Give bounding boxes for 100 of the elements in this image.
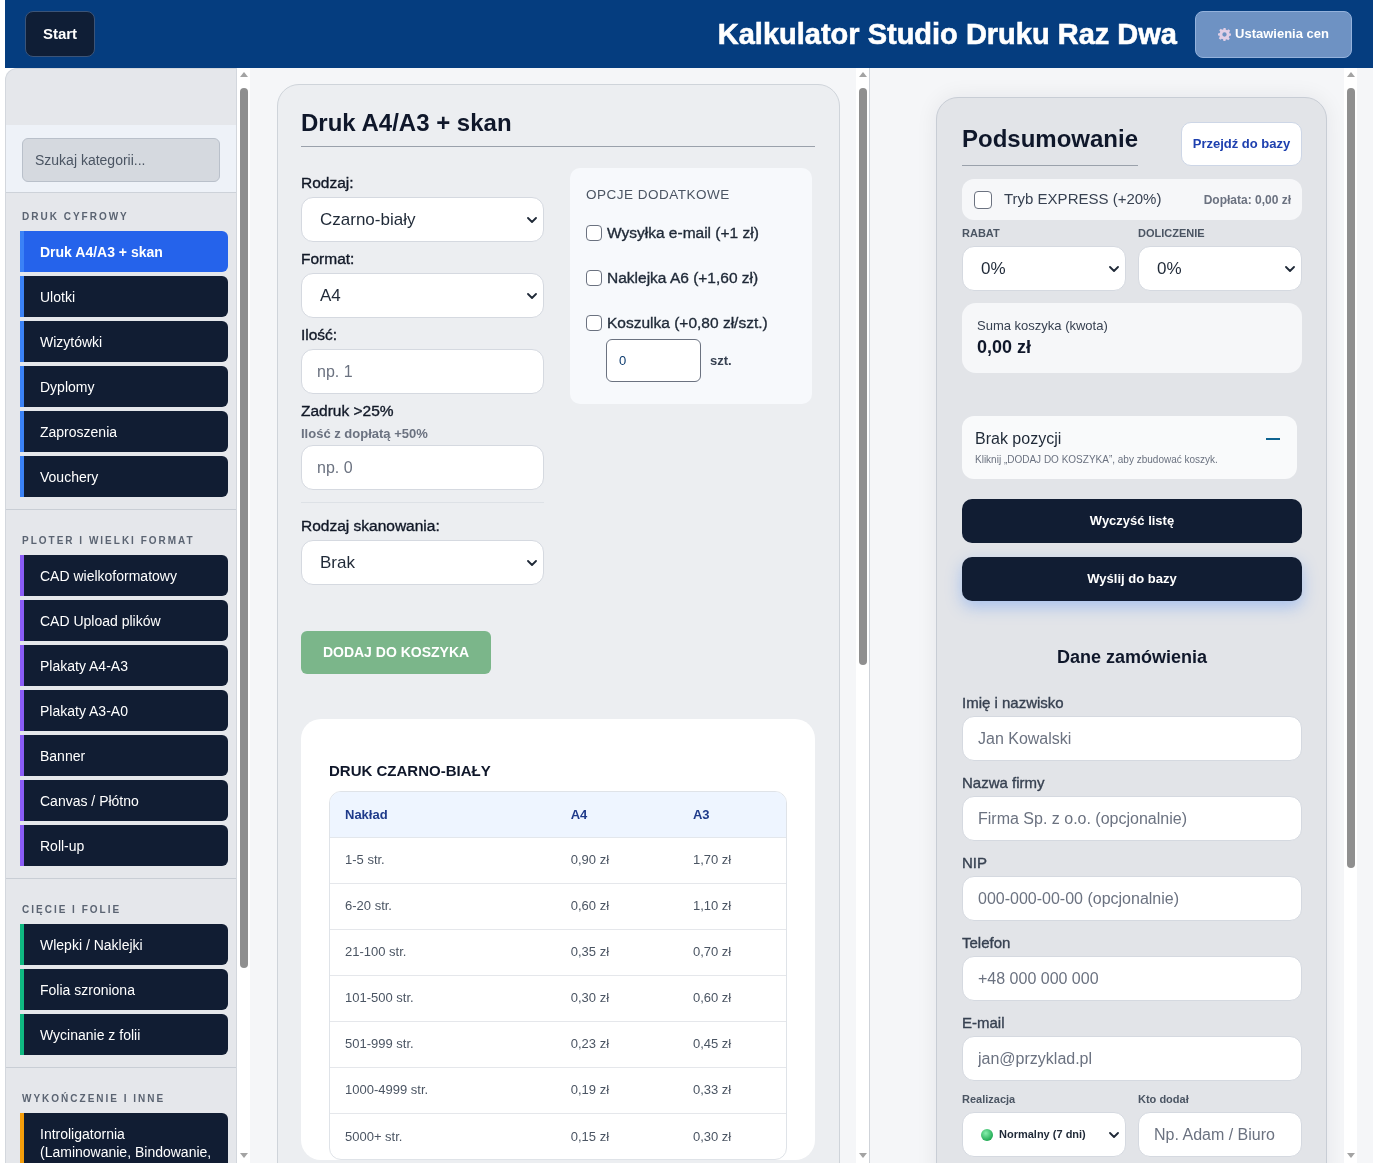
- table-cell: 101-500 str.: [330, 975, 556, 1021]
- sidebar-item[interactable]: Plakaty A4-A3: [20, 645, 228, 686]
- status-dot-icon: [981, 1128, 993, 1141]
- checkbox-label: Koszulka (+0,80 zł/szt.): [606, 313, 768, 334]
- field-label: Telefon: [962, 933, 1012, 953]
- table-cell: 0,60 zł: [555, 883, 678, 929]
- table-cell: 501-999 str.: [330, 1021, 556, 1067]
- sidebar-item[interactable]: Folia szroniona: [20, 969, 228, 1010]
- sidebar-item[interactable]: Canvas / Płótno: [20, 780, 228, 821]
- input-field[interactable]: np. 0: [301, 445, 544, 490]
- column-header: A4: [555, 792, 678, 837]
- checkbox-label: Wysyłka e-mail (+1 zł): [606, 223, 759, 244]
- table-cell: 1,70 zł: [677, 837, 786, 883]
- sidebar-item[interactable]: Zaproszenia: [20, 411, 228, 452]
- sidebar-item[interactable]: CAD Upload plików: [20, 600, 228, 641]
- clear-list-button[interactable]: Wyczyść listę: [962, 499, 1302, 543]
- table-title: DRUK CZARNO-BIAŁY: [329, 761, 492, 781]
- section-heading: WYKOŃCZENIE I INNE: [22, 1093, 167, 1105]
- section-heading: CIĘCIE I FOLIE: [22, 904, 123, 916]
- total-amount: 0,00 zł: [977, 336, 1033, 359]
- table-cell: 0,35 zł: [555, 929, 678, 975]
- send-button[interactable]: Wyślij do bazy: [962, 557, 1302, 601]
- sidebar-item[interactable]: Wycinanie z folii: [20, 1014, 228, 1055]
- unit-label: szt.: [710, 351, 732, 370]
- sidebar-item[interactable]: Introligatornia (Laminowanie, Bindowanie,: [20, 1113, 228, 1163]
- input-field[interactable]: np. 1: [301, 349, 544, 394]
- dropdown-field[interactable]: Czarno-biały: [301, 197, 544, 242]
- field-hint: Ilość z dopłatą +50%: [301, 426, 429, 442]
- dropdown-field[interactable]: Brak: [301, 540, 544, 585]
- sidebar-item[interactable]: Wizytówki: [20, 321, 228, 362]
- sidebar-item[interactable]: CAD wielkoformatowy: [20, 555, 228, 596]
- table-cell: 0,15 zł: [555, 1113, 678, 1159]
- sidebar-item[interactable]: Dyplomy: [20, 366, 228, 407]
- sidebar-item[interactable]: Plakaty A3-A0: [20, 690, 228, 731]
- table-cell: 0,90 zł: [555, 837, 678, 883]
- scroll-down-arrow-icon[interactable]: [239, 1153, 248, 1158]
- checkbox-label: Tryb EXPRESS (+20%): [1004, 189, 1162, 210]
- checkbox[interactable]: [974, 190, 992, 209]
- section-heading: DRUK CYFROWY: [22, 211, 130, 223]
- field-label: DOLICZENIE: [1138, 227, 1206, 239]
- dropdown-field[interactable]: A4: [301, 273, 544, 318]
- sidebar-item[interactable]: Banner: [20, 735, 228, 776]
- table-cell: 1000-4999 str.: [330, 1067, 556, 1113]
- empty-cart-title: Brak pozycji: [975, 429, 1063, 449]
- scroll-up-arrow-icon[interactable]: [239, 72, 248, 77]
- input-field[interactable]: jan@przyklad.pl: [962, 1036, 1302, 1081]
- table-cell: 6-20 str.: [330, 883, 556, 929]
- scrollbar-thumb[interactable]: [1346, 88, 1355, 868]
- input-field[interactable]: 000-000-00-00 (opcjonalnie): [962, 876, 1302, 921]
- sidebar-item[interactable]: Wlepki / Naklejki: [20, 924, 228, 965]
- sidebar-item[interactable]: Ulotki: [20, 276, 228, 317]
- table-cell: 0,30 zł: [677, 1113, 786, 1159]
- sidebar-item[interactable]: Vouchery: [20, 456, 228, 497]
- panel-title: Podsumowanie: [962, 122, 1139, 166]
- chevron-down-icon: [1109, 265, 1119, 272]
- input-field[interactable]: Firma Sp. z o.o. (opcjonalnie): [962, 796, 1302, 841]
- scrollbar-thumb[interactable]: [239, 88, 248, 968]
- dropdown-field[interactable]: 0%: [1138, 246, 1302, 291]
- field-label: Imię i nazwisko: [962, 693, 1065, 713]
- scroll-down-arrow-icon[interactable]: [1346, 1153, 1355, 1158]
- input-field[interactable]: Np. Adam / Biuro: [1138, 1112, 1302, 1157]
- sidebar-item[interactable]: Roll-up: [20, 825, 228, 866]
- field-label: Realizacja: [962, 1093, 1017, 1105]
- table-cell: 0,30 zł: [555, 975, 678, 1021]
- sidebar-item[interactable]: Druk A4/A3 + skan: [20, 231, 228, 272]
- table-cell: 1,10 zł: [677, 883, 786, 929]
- table-cell: 0,19 zł: [555, 1067, 678, 1113]
- input-field[interactable]: +48 000 000 000: [962, 956, 1302, 1001]
- checkbox[interactable]: [586, 270, 602, 286]
- table-cell: 0,45 zł: [677, 1021, 786, 1067]
- scroll-up-arrow-icon[interactable]: [1346, 72, 1355, 77]
- field-label: Nazwa firmy: [962, 773, 1046, 793]
- dropdown-field[interactable]: 0%: [962, 246, 1126, 291]
- scroll-up-arrow-icon[interactable]: [858, 72, 867, 77]
- quantity-field[interactable]: 0: [606, 339, 701, 382]
- minus-icon: [1266, 438, 1280, 440]
- total-label: Suma koszyka (kwota): [977, 317, 1109, 335]
- section-heading: PLOTER I WIELKI FORMAT: [22, 535, 196, 547]
- input-field[interactable]: Jan Kowalski: [962, 716, 1302, 761]
- checkbox-label: Naklejka A6 (+1,60 zł): [606, 268, 759, 289]
- dropdown-field[interactable]: Normalny (7 dni): [962, 1112, 1126, 1157]
- checkbox[interactable]: [586, 315, 602, 331]
- go-to-database-button[interactable]: Przejdź do bazy: [1181, 122, 1302, 166]
- chevron-down-icon: [527, 292, 537, 299]
- field-label: Rodzaj skanowania:: [301, 516, 441, 536]
- chevron-down-icon: [527, 559, 537, 566]
- app-title: Kalkulator Studio Druku Raz Dwa: [717, 17, 1177, 52]
- scroll-down-arrow-icon[interactable]: [858, 1153, 867, 1158]
- table-cell: 0,70 zł: [677, 929, 786, 975]
- scrollbar-thumb[interactable]: [858, 88, 867, 665]
- field-label: Format:: [301, 249, 356, 269]
- panel-title: Druk A4/A3 + skan: [301, 108, 815, 147]
- section-title: Dane zamówienia: [1055, 646, 1208, 668]
- chevron-down-icon: [1285, 265, 1295, 272]
- field-label: RABAT: [962, 227, 1001, 239]
- surcharge-text: Dopłata: 0,00 zł: [1203, 191, 1291, 209]
- search-field[interactable]: Szukaj kategorii...: [22, 138, 220, 182]
- start-button[interactable]: Start: [25, 11, 95, 57]
- checkbox[interactable]: [586, 225, 602, 241]
- table-cell: 1-5 str.: [330, 837, 556, 883]
